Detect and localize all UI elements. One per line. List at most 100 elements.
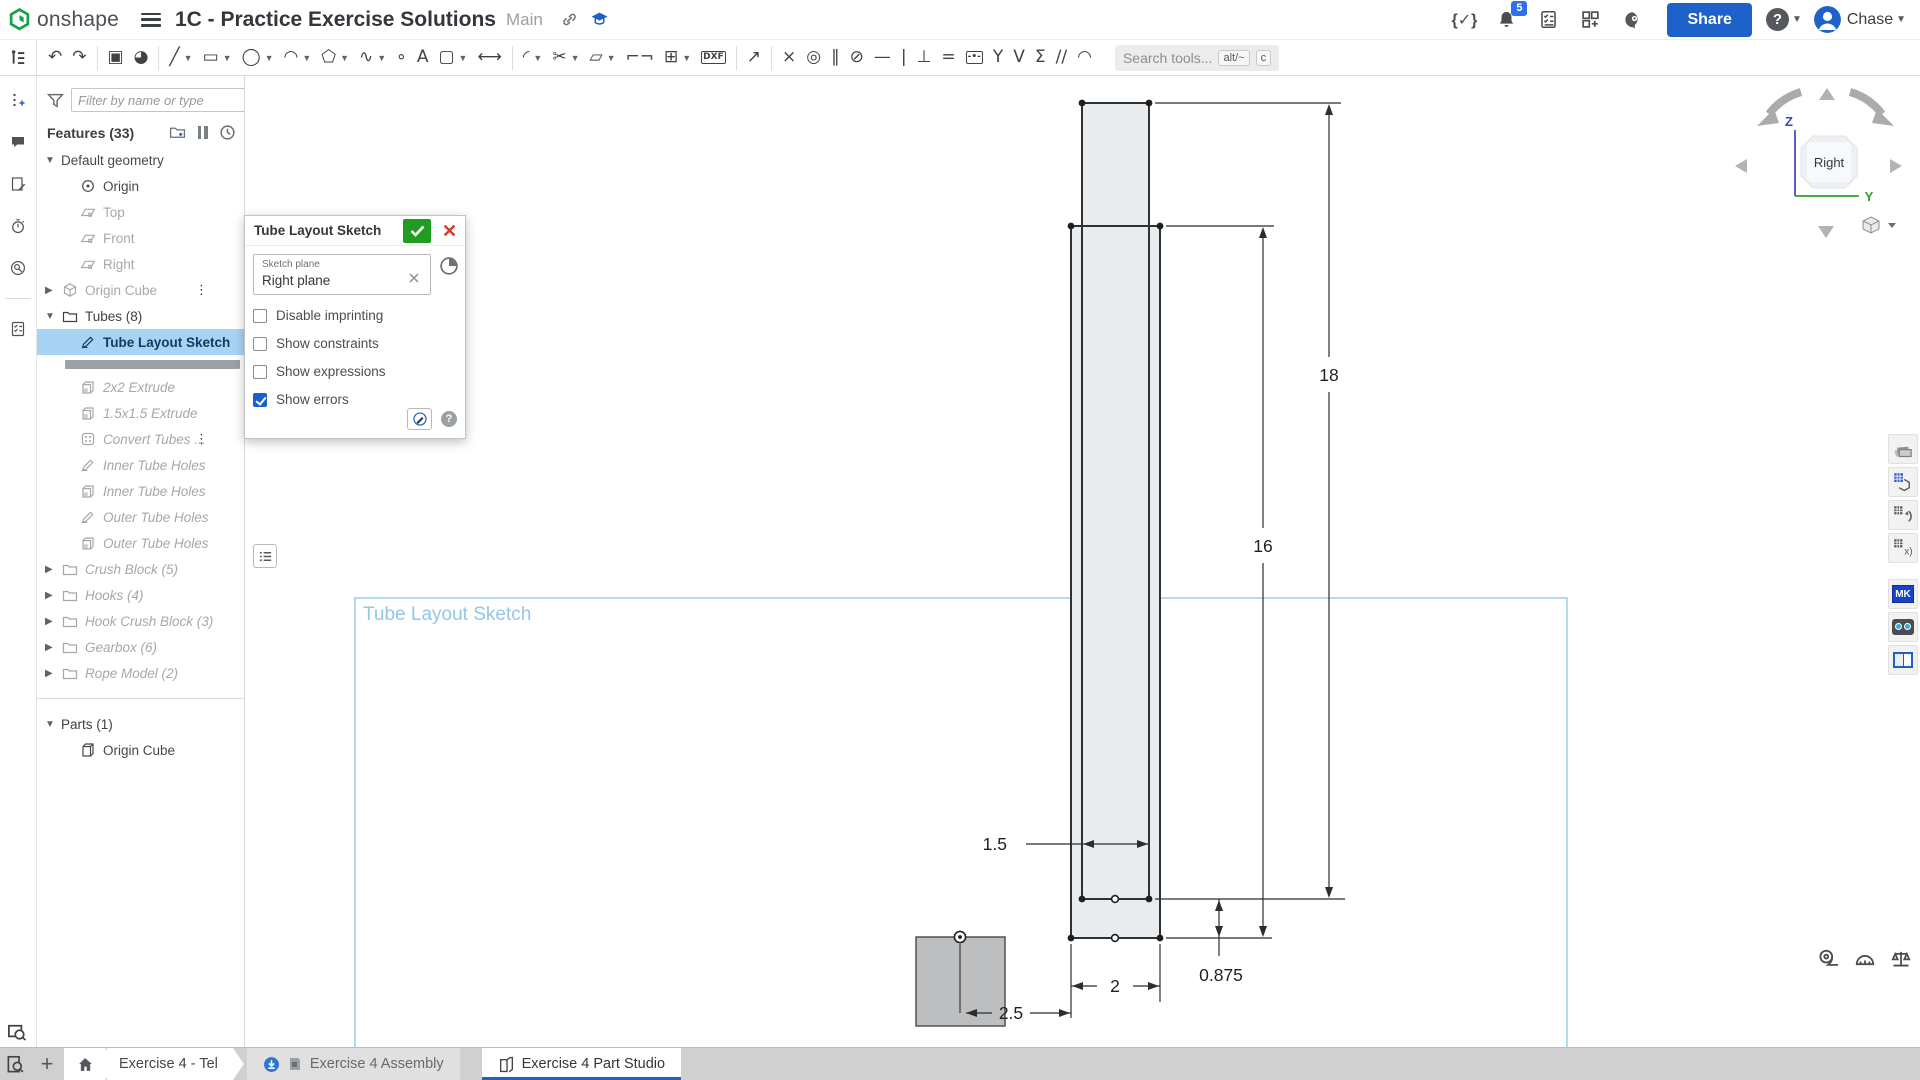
cancel-x-button[interactable] [439, 221, 459, 241]
dim-outer-height[interactable]: 16 [1253, 536, 1272, 556]
chevron-down-icon[interactable]: ▼ [184, 53, 193, 63]
fillet-tool-icon[interactable]: ◜▼ [518, 43, 548, 73]
rotate-right-step-arrow[interactable] [1890, 159, 1902, 173]
feature-list-flyout-button[interactable] [253, 544, 277, 568]
feature-top[interactable]: Top [37, 199, 244, 225]
color-swatches-icon[interactable] [1888, 434, 1918, 464]
tilt-down-arrow[interactable] [1818, 226, 1834, 238]
symmetric-constraint-icon[interactable]: Σ [1030, 43, 1051, 73]
checklist-icon[interactable] [6, 317, 30, 341]
view-magnifier-icon[interactable] [6, 1022, 30, 1044]
tab-exercise-4-assembly[interactable]: Exercise 4 Assembly [247, 1048, 460, 1080]
chevron-right-icon[interactable]: ▶ [45, 616, 61, 627]
feature-tubes-8[interactable]: ▼Tubes (8) [37, 303, 244, 329]
grid-cube-export-icon[interactable]: x) [1888, 533, 1918, 563]
slot-tool-icon[interactable]: ▢▼ [433, 43, 472, 73]
note-edit-icon[interactable] [6, 172, 30, 196]
point-tool-icon[interactable]: ∘ [391, 43, 412, 73]
feature-right[interactable]: Right [37, 251, 244, 277]
chevron-down-icon[interactable]: ▼ [223, 53, 232, 63]
revolve-icon[interactable]: ◕ [129, 43, 154, 73]
stopwatch-icon[interactable] [6, 214, 30, 238]
rotate-left-step-arrow[interactable] [1735, 159, 1747, 173]
origin-point[interactable] [954, 931, 965, 942]
split-book-icon[interactable] [1888, 645, 1918, 675]
chevron-right-icon[interactable]: ▶ [45, 564, 61, 575]
graduation-cap-icon[interactable] [589, 9, 611, 31]
history-clock-icon[interactable] [219, 124, 236, 141]
user-avatar[interactable] [1814, 6, 1841, 33]
feature-tube-layout-sketch[interactable]: Tube Layout Sketch [37, 329, 244, 355]
feature-list-toggle-icon[interactable] [0, 40, 37, 76]
mk-logo-icon[interactable]: MK [1888, 579, 1918, 609]
feature-inner-tube-holes[interactable]: Inner Tube Holes [37, 478, 244, 504]
chevron-down-icon[interactable]: ▼ [533, 53, 542, 63]
feature-origin-cube[interactable]: ▶Origin Cube⋮ [37, 277, 244, 303]
feature-outer-tube-holes[interactable]: Outer Tube Holes [37, 504, 244, 530]
chevron-down-icon[interactable]: ▼ [571, 53, 580, 63]
chevron-down-icon[interactable]: ▼ [1896, 14, 1906, 25]
midpoint-constraint-icon[interactable]: -•- [961, 43, 988, 73]
text-tool-icon[interactable]: A [412, 43, 434, 73]
mass-properties-icon[interactable] [1890, 947, 1912, 969]
feature-origin[interactable]: Origin [37, 173, 244, 199]
feature-outer-tube-holes[interactable]: Outer Tube Holes [37, 530, 244, 556]
extrude-solid-icon[interactable]: ▣ [103, 43, 129, 73]
dim-inner-height[interactable]: 18 [1319, 365, 1338, 385]
checkbox-box[interactable] [253, 393, 267, 407]
checkbox-show-errors[interactable]: Show errors [253, 392, 457, 407]
pause-regeneration-icon[interactable] [194, 124, 211, 141]
release-checklist-icon[interactable] [1535, 7, 1561, 33]
link-icon[interactable] [559, 9, 581, 31]
item-menu-icon[interactable]: ⋮ [195, 282, 208, 298]
checkbox-disable-imprinting[interactable]: Disable imprinting [253, 308, 457, 323]
checkbox-box[interactable] [253, 337, 267, 351]
user-name[interactable]: Chase [1847, 11, 1893, 29]
featurescript-icon[interactable]: {✓} [1451, 7, 1477, 33]
circle-tool-icon[interactable]: ◯▼ [237, 43, 279, 73]
clear-selection-icon[interactable] [408, 271, 422, 285]
feature-hook-crush-block-3[interactable]: ▶Hook Crush Block (3) [37, 608, 244, 634]
polygon-tool-icon[interactable]: ⬠▼ [316, 43, 354, 73]
notification-bell-icon[interactable]: 5 [1493, 7, 1519, 33]
rectangle-tool-icon[interactable]: ▭▼ [198, 43, 237, 73]
chevron-down-icon[interactable]: ▼ [45, 311, 61, 322]
redo-icon[interactable]: ↷ [67, 43, 91, 73]
protractor-icon[interactable] [1854, 947, 1876, 969]
item-menu-icon[interactable]: ⋮ [195, 431, 208, 447]
search-tools-input[interactable]: Search tools... alt/~ c [1115, 45, 1279, 71]
search-tabs-icon[interactable] [0, 1048, 30, 1080]
feature-parts-1[interactable]: ▼Parts (1) [37, 711, 244, 737]
robot-icon[interactable] [1888, 612, 1918, 642]
learning-head-icon[interactable] [1619, 7, 1645, 33]
spline-tool-icon[interactable]: ∿▼ [354, 43, 391, 73]
dots-plus-icon[interactable] [6, 88, 30, 112]
chevron-down-icon[interactable]: ▼ [340, 53, 349, 63]
chevron-down-icon[interactable]: ▼ [459, 53, 468, 63]
feature-rope-model-2[interactable]: ▶Rope Model (2) [37, 660, 244, 686]
share-button[interactable]: Share [1667, 3, 1751, 37]
speech-bubble-icon[interactable] [6, 130, 30, 154]
pattern-tool-icon[interactable]: ⊞▼ [659, 43, 696, 73]
equal-constraint-icon[interactable]: = [936, 43, 960, 73]
new-tab-button[interactable]: + [30, 1048, 64, 1080]
apps-grid-icon[interactable] [1577, 7, 1603, 33]
onshape-logo[interactable]: onshape [8, 8, 119, 32]
dimension-tool-icon[interactable]: ⟷ [472, 43, 506, 73]
arc-tool-icon[interactable]: ◠▼ [279, 43, 317, 73]
pierce-constraint-icon[interactable]: V [1008, 43, 1030, 73]
magnifier-circle-icon[interactable] [6, 256, 30, 280]
construction-toggle-icon[interactable]: ∕∕ [1051, 43, 1072, 73]
tab-exercise-4-part-studio[interactable]: Exercise 4 Part Studio [482, 1048, 681, 1080]
dim-bottom-offset[interactable]: 0.875 [1199, 965, 1243, 985]
normal-constraint-icon[interactable]: Y [988, 43, 1008, 73]
workspace-label[interactable]: Main [506, 10, 543, 30]
feature-inner-tube-holes[interactable]: Inner Tube Holes [37, 452, 244, 478]
confirm-check-button[interactable] [403, 219, 431, 243]
mirror-tool-icon[interactable]: ⌐¬ [621, 43, 660, 73]
tab-exercise-4-tel[interactable]: Exercise 4 - Tel [107, 1048, 244, 1080]
tilt-up-arrow[interactable] [1819, 88, 1835, 100]
hamburger-menu-icon[interactable] [141, 13, 161, 27]
chevron-down-icon[interactable]: ▼ [607, 53, 616, 63]
help-menu[interactable]: ? ▼ [1766, 8, 1802, 31]
